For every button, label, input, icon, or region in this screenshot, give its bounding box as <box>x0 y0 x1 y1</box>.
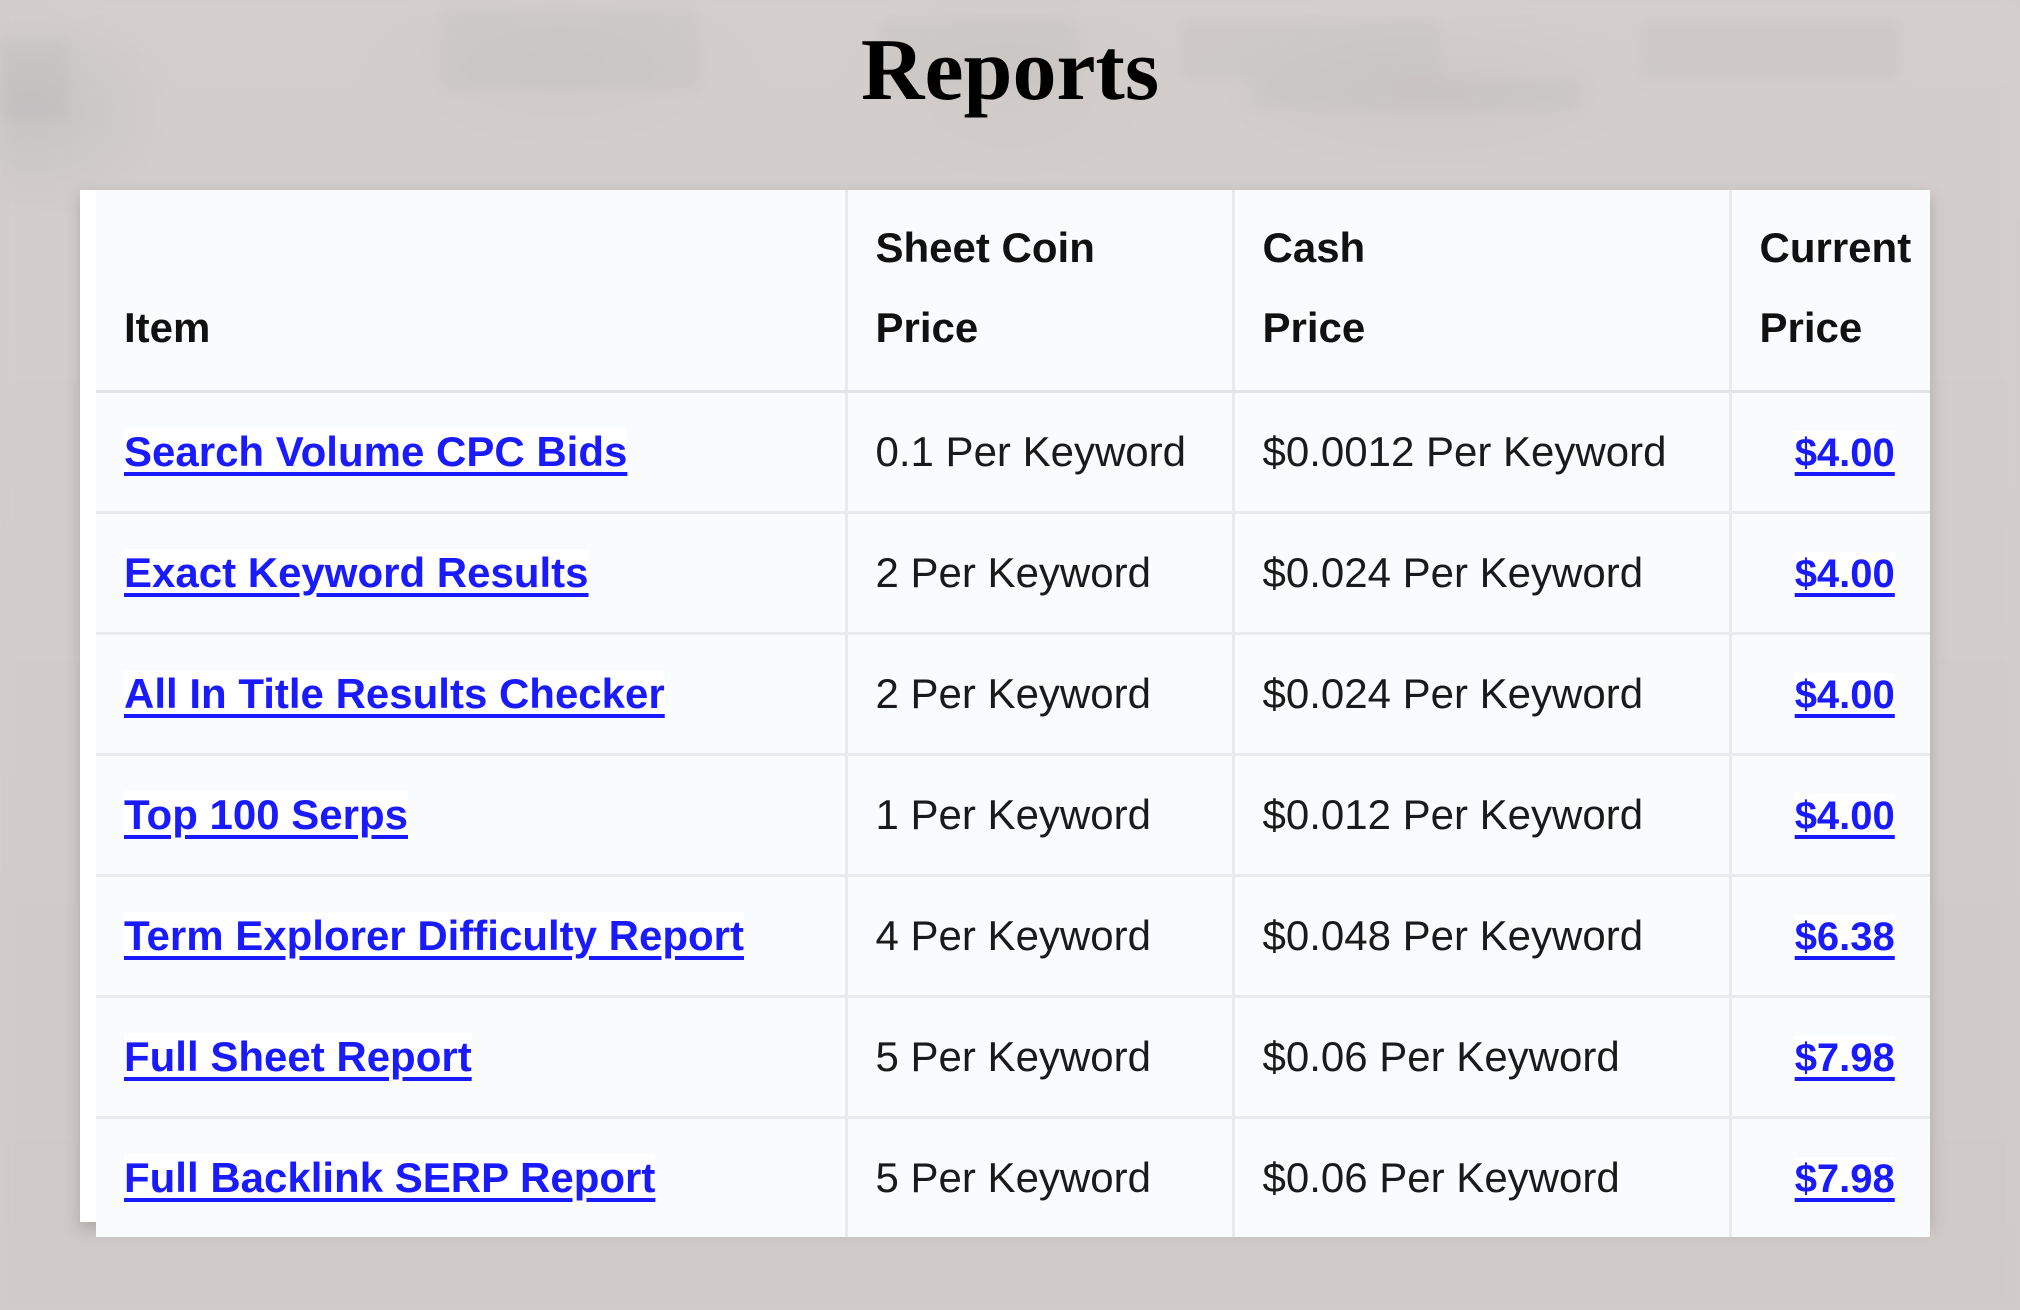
report-link[interactable]: Top 100 Serps <box>124 791 408 838</box>
cell-item: Top 100 Serps <box>96 754 848 877</box>
cell-current-price: $6.38 <box>1730 875 1930 998</box>
current-price-link[interactable]: $4.00 <box>1794 551 1895 596</box>
cell-current-price: $4.00 <box>1730 754 1930 877</box>
table-row: Top 100 Serps 1 Per Keyword $0.012 Per K… <box>96 754 1930 877</box>
cell-item: Full Backlink SERP Report <box>96 1117 848 1237</box>
current-price-link[interactable]: $4.00 <box>1794 430 1895 475</box>
table-row: Search Volume CPC Bids 0.1 Per Keyword $… <box>96 391 1930 514</box>
table-row: Exact Keyword Results 2 Per Keyword $0.0… <box>96 512 1930 635</box>
cell-cash-price: $0.024 Per Keyword <box>1233 633 1732 756</box>
cell-cash-price: $0.048 Per Keyword <box>1233 875 1732 998</box>
column-header-sheet-coin-price: Sheet Coin Price <box>846 190 1235 393</box>
current-price-link[interactable]: $4.00 <box>1794 672 1895 717</box>
cell-item: All In Title Results Checker <box>96 633 848 756</box>
cell-item: Full Sheet Report <box>96 996 848 1119</box>
table-header-row: Item Sheet Coin Price Cash Price Current… <box>96 190 1930 393</box>
cell-sheet-coin-price: 5 Per Keyword <box>846 1117 1235 1237</box>
report-link[interactable]: Full Sheet Report <box>124 1033 472 1080</box>
page-title: Reports <box>860 22 1160 119</box>
cell-current-price: $4.00 <box>1730 633 1930 756</box>
column-header-current-price-line-2: Price <box>1759 304 1863 351</box>
table-row: Full Sheet Report 5 Per Keyword $0.06 Pe… <box>96 996 1930 1119</box>
table-row: All In Title Results Checker 2 Per Keywo… <box>96 633 1930 756</box>
reports-table: Item Sheet Coin Price Cash Price Current… <box>96 190 1930 1237</box>
cell-cash-price: $0.0012 Per Keyword <box>1233 391 1732 514</box>
cell-item: Term Explorer Difficulty Report <box>96 875 848 998</box>
current-price-link[interactable]: $4.00 <box>1794 793 1895 838</box>
current-price-link[interactable]: $6.38 <box>1794 914 1895 959</box>
cell-sheet-coin-price: 2 Per Keyword <box>846 512 1235 635</box>
column-header-sheet-coin-price-line-2: Price <box>875 304 979 351</box>
column-header-sheet-coin-price-line-1: Sheet Coin <box>875 224 1095 271</box>
column-header-cash-price-line-1: Cash <box>1262 224 1366 271</box>
current-price-link[interactable]: $7.98 <box>1794 1156 1895 1201</box>
cell-sheet-coin-price: 0.1 Per Keyword <box>846 391 1235 514</box>
reports-card: Item Sheet Coin Price Cash Price Current… <box>80 190 1930 1237</box>
report-link[interactable]: Full Backlink SERP Report <box>124 1154 656 1201</box>
column-header-cash-price: Cash Price <box>1233 190 1732 393</box>
cell-sheet-coin-price: 4 Per Keyword <box>846 875 1235 998</box>
cell-sheet-coin-price: 2 Per Keyword <box>846 633 1235 756</box>
table-row: Full Backlink SERP Report 5 Per Keyword … <box>96 1117 1930 1237</box>
report-link[interactable]: All In Title Results Checker <box>124 670 665 717</box>
cell-current-price: $4.00 <box>1730 391 1930 514</box>
column-header-current-price-line-1: Current <box>1759 224 1912 271</box>
cell-item: Search Volume CPC Bids <box>96 391 848 514</box>
report-link[interactable]: Exact Keyword Results <box>124 549 589 596</box>
column-header-item: Item <box>96 190 848 393</box>
cell-cash-price: $0.06 Per Keyword <box>1233 1117 1732 1237</box>
current-price-link[interactable]: $7.98 <box>1794 1035 1895 1080</box>
cell-cash-price: $0.06 Per Keyword <box>1233 996 1732 1119</box>
cell-cash-price: $0.012 Per Keyword <box>1233 754 1732 877</box>
cell-current-price: $7.98 <box>1730 996 1930 1119</box>
table-row: Term Explorer Difficulty Report 4 Per Ke… <box>96 875 1930 998</box>
report-link[interactable]: Search Volume CPC Bids <box>124 428 628 475</box>
cell-cash-price: $0.024 Per Keyword <box>1233 512 1732 635</box>
cell-sheet-coin-price: 1 Per Keyword <box>846 754 1235 877</box>
cell-current-price: $7.98 <box>1730 1117 1930 1237</box>
cell-current-price: $4.00 <box>1730 512 1930 635</box>
report-link[interactable]: Term Explorer Difficulty Report <box>124 912 744 959</box>
column-header-current-price: Current Price <box>1730 190 1930 393</box>
cell-sheet-coin-price: 5 Per Keyword <box>846 996 1235 1119</box>
column-header-cash-price-line-2: Price <box>1262 304 1366 351</box>
cell-item: Exact Keyword Results <box>96 512 848 635</box>
column-header-item-line-1: Item <box>124 304 211 351</box>
